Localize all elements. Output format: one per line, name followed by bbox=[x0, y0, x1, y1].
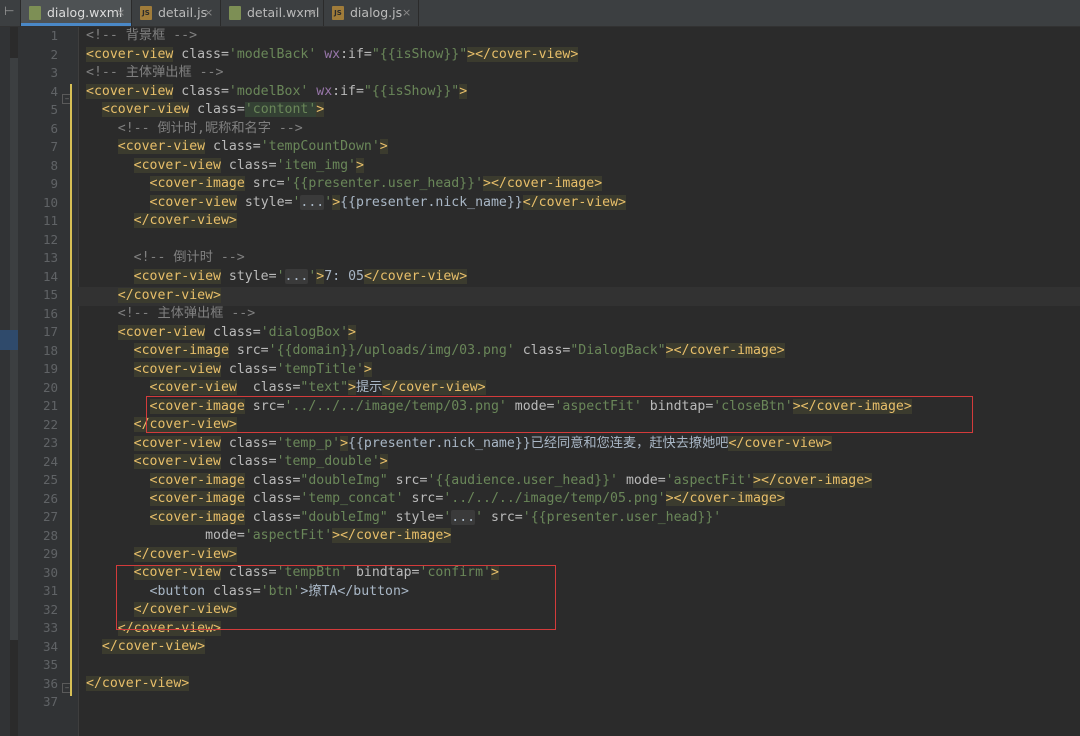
line-number: 19 bbox=[42, 361, 58, 376]
line-number: 35 bbox=[42, 657, 58, 672]
line-number: 25 bbox=[42, 472, 58, 487]
line-number: 30 bbox=[42, 564, 58, 580]
close-icon[interactable]: × bbox=[116, 0, 125, 26]
line-number: 31 bbox=[42, 583, 58, 598]
code-line-34: </cover-view> bbox=[101, 639, 206, 654]
line-number: 29 bbox=[42, 546, 58, 561]
line-number: 21 bbox=[42, 398, 58, 413]
code-line-20: <cover-view class="text">提示</cover-view> bbox=[149, 380, 486, 395]
editor-tab-bar: ⊢ dialog.wxml × JS detail.js × detail.wx… bbox=[0, 0, 1080, 27]
line-number: 10 bbox=[42, 194, 58, 210]
js-file-icon: JS bbox=[332, 6, 344, 20]
code-line-29: </cover-view> bbox=[133, 546, 237, 562]
line-number: 13 bbox=[42, 250, 58, 265]
line-number: 3 bbox=[50, 65, 58, 80]
tab-label: detail.js bbox=[158, 5, 208, 20]
current-line-highlight bbox=[78, 287, 1080, 306]
annotation-box-close-button bbox=[146, 396, 973, 433]
code-line-3: <!-- 主体弹出框 --> bbox=[86, 65, 224, 80]
code-line-18: <cover-image src='{{domain}}/uploads/img… bbox=[133, 343, 785, 358]
line-number: 28 bbox=[42, 527, 58, 543]
line-number: 9 bbox=[50, 176, 58, 191]
code-line-36: </cover-view> bbox=[86, 676, 190, 691]
code-line-26: <cover-image class='temp_concat' src='..… bbox=[149, 491, 785, 506]
line-number: 26 bbox=[42, 490, 58, 506]
line-number: 14 bbox=[42, 268, 58, 284]
line-number: 27 bbox=[42, 509, 58, 524]
annotation-box-confirm-button bbox=[116, 565, 556, 630]
line-number: 1 bbox=[50, 28, 58, 43]
wxml-file-icon bbox=[29, 6, 41, 20]
tab-dialog-wxml[interactable]: dialog.wxml × bbox=[21, 0, 132, 26]
code-line-11: </cover-view> bbox=[133, 213, 237, 228]
line-number: 22 bbox=[42, 416, 58, 432]
code-line-17: <cover-view class='dialogBox'> bbox=[117, 324, 356, 340]
line-number: 16 bbox=[42, 305, 58, 321]
line-number: 33 bbox=[42, 620, 58, 635]
line-number: 7 bbox=[50, 139, 58, 154]
code-line-2: <cover-view class='modelBack' wx:if="{{i… bbox=[86, 46, 579, 62]
close-icon[interactable]: × bbox=[204, 0, 213, 26]
tab-label: dialog.js bbox=[350, 5, 403, 20]
code-line-16: <!-- 主体弹出框 --> bbox=[117, 306, 256, 321]
tab-detail-js[interactable]: JS detail.js × bbox=[132, 0, 221, 26]
code-line-13: <!-- 倒计时 --> bbox=[133, 250, 245, 265]
code-line-23: <cover-view class='temp_p'>{{presenter.n… bbox=[133, 435, 832, 451]
code-line-15: </cover-view> bbox=[117, 288, 221, 303]
code-line-19: <cover-view class='tempTitle'> bbox=[133, 361, 372, 377]
tab-detail-wxml[interactable]: detail.wxml × bbox=[221, 0, 324, 26]
line-number: 37 bbox=[42, 694, 58, 709]
line-number: 18 bbox=[42, 342, 58, 358]
line-number: 12 bbox=[42, 231, 58, 247]
code-line-7: <cover-view class='tempCountDown'> bbox=[117, 139, 388, 154]
folded-region[interactable]: ... bbox=[451, 509, 476, 525]
code-line-28: mode='aspectFit'></cover-image> bbox=[205, 528, 452, 543]
close-icon[interactable]: × bbox=[402, 0, 411, 26]
line-number: 11 bbox=[42, 213, 58, 228]
tab-label: dialog.wxml bbox=[47, 5, 123, 20]
line-number: 4 bbox=[50, 83, 58, 99]
code-line-14: <cover-view style='...'>7: 05</cover-vie… bbox=[133, 268, 468, 284]
line-number: 20 bbox=[42, 379, 58, 395]
code-line-9: <cover-image src='{{presenter.user_head}… bbox=[149, 176, 603, 191]
sidebar-toggle-icon[interactable]: ⊢ bbox=[0, 0, 21, 26]
code-line-25: <cover-image class="doubleImg" src='{{au… bbox=[149, 472, 873, 488]
line-number: 34 bbox=[42, 638, 58, 654]
line-number: 6 bbox=[50, 120, 58, 136]
wxml-file-icon bbox=[229, 6, 241, 20]
code-line-27: <cover-image class="doubleImg" style='..… bbox=[149, 509, 722, 525]
line-number: 5 bbox=[50, 102, 58, 117]
js-file-icon: JS bbox=[140, 6, 152, 20]
line-number: 23 bbox=[42, 435, 58, 450]
line-number: 36 bbox=[42, 675, 58, 691]
code-line-6: <!-- 倒计时,昵称和名字 --> bbox=[117, 120, 303, 136]
tool-window-strip bbox=[0, 27, 10, 736]
line-number: 32 bbox=[42, 601, 58, 617]
selection-marker bbox=[0, 330, 18, 350]
code-line-10: <cover-view style='...'>{{presenter.nick… bbox=[149, 194, 626, 210]
code-line-1: <!-- 背景框 --> bbox=[86, 28, 198, 43]
folded-region[interactable]: ... bbox=[284, 268, 309, 284]
line-number: 24 bbox=[42, 453, 58, 469]
tab-dialog-js[interactable]: JS dialog.js × bbox=[324, 0, 419, 26]
code-line-5: <cover-view class='contont'> bbox=[101, 102, 325, 117]
close-icon[interactable]: × bbox=[308, 0, 317, 26]
code-line-8: <cover-view class='item_img'> bbox=[133, 157, 364, 173]
line-number: 17 bbox=[42, 324, 58, 339]
code-line-24: <cover-view class='temp_double'> bbox=[133, 454, 388, 469]
line-number: 15 bbox=[42, 287, 58, 302]
scope-indicator bbox=[70, 84, 72, 696]
line-number: 8 bbox=[50, 157, 58, 173]
line-number: 2 bbox=[50, 46, 58, 62]
folded-region[interactable]: ... bbox=[300, 194, 325, 210]
code-line-4: <cover-view class='modelBox' wx:if="{{is… bbox=[86, 83, 468, 99]
